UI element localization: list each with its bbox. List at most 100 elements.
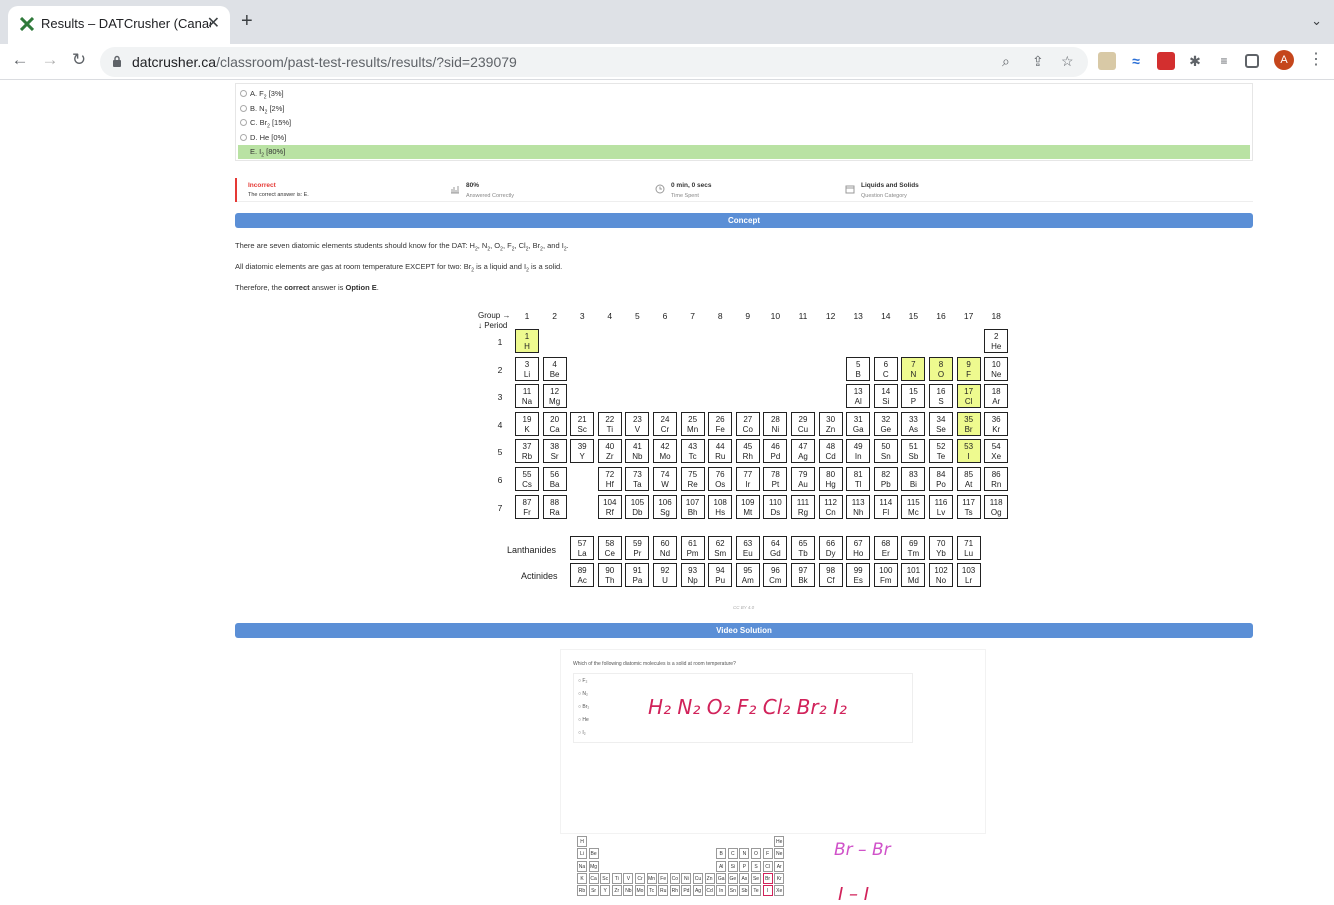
atomic-number: 83 bbox=[908, 470, 918, 479]
atomic-number: 23 bbox=[632, 414, 642, 424]
element-cell-zr: 40 Zr bbox=[597, 439, 622, 464]
element-cell-os: 76 Os bbox=[708, 467, 733, 491]
element-cell-lr: 103 Lr bbox=[956, 563, 981, 587]
element-cell-pb: 82 Pb bbox=[873, 467, 898, 491]
answer-option-d[interactable]: D. He [0%] bbox=[238, 131, 286, 144]
atomic-number: 26 bbox=[715, 414, 725, 424]
address-bar[interactable]: datcrusher.ca/classroom/past-test-result… bbox=[100, 47, 1088, 77]
mini-element-cell: Sr bbox=[588, 885, 599, 897]
element-cell-ne: 10 Ne bbox=[984, 356, 1009, 381]
element-cell-ra: 88 Ra bbox=[542, 494, 567, 519]
atomic-number: 111 bbox=[796, 497, 810, 507]
share-icon[interactable]: ⇪ bbox=[1032, 53, 1044, 70]
browser-tab[interactable]: Results – DATCrusher (Canadian ✕ bbox=[8, 6, 230, 44]
time-spent-stat: 0 min, 0 secs Time Spent bbox=[655, 182, 711, 199]
element-cell-br: 35 Br bbox=[956, 411, 981, 436]
clock-icon bbox=[655, 184, 665, 194]
element-cell-sm: 62 Sm bbox=[708, 536, 733, 560]
group-axis-label: Group → bbox=[478, 311, 511, 320]
bookmark-star-icon[interactable]: ☆ bbox=[1061, 53, 1074, 70]
element-symbol: U bbox=[662, 576, 668, 585]
atomic-number: 19 bbox=[522, 414, 532, 424]
datcrusher-favicon-icon bbox=[20, 17, 34, 31]
group-number: 9 bbox=[745, 311, 751, 321]
new-tab-icon[interactable]: + bbox=[241, 11, 253, 31]
extension-wave-icon[interactable]: ≈ bbox=[1127, 52, 1145, 70]
browser-menu-icon[interactable]: ⋮ bbox=[1308, 49, 1324, 69]
mini-element-cell: Fe bbox=[658, 872, 669, 884]
element-symbol: Pr bbox=[633, 549, 642, 558]
element-cell-pt: 78 Pt bbox=[763, 467, 788, 491]
atomic-number: 112 bbox=[824, 497, 837, 507]
mini-element-cell: K bbox=[577, 872, 587, 884]
concept-paragraph-1: There are seven diatomic elements studen… bbox=[235, 241, 569, 253]
side-panel-icon[interactable] bbox=[1245, 54, 1259, 68]
extension-pdf-icon[interactable] bbox=[1157, 52, 1175, 70]
formula-text: , F bbox=[502, 241, 512, 250]
handwritten-br-br: Br – Br bbox=[834, 840, 891, 860]
element-symbol: Mg bbox=[549, 397, 561, 407]
radio-button[interactable] bbox=[240, 105, 247, 112]
element-cell-co: 27 Co bbox=[735, 411, 760, 436]
atomic-number: 95 bbox=[743, 566, 753, 575]
element-cell-bh: 107 Bh bbox=[680, 494, 705, 519]
element-symbol: Ca bbox=[549, 424, 560, 434]
atomic-number: 41 bbox=[632, 442, 642, 452]
radio-button[interactable] bbox=[240, 119, 247, 126]
element-cell-ar: 18 Ar bbox=[984, 384, 1009, 409]
element-cell-re: 75 Re bbox=[680, 467, 705, 491]
element-cell-rg: 111 Rg bbox=[791, 494, 815, 519]
mini-element-cell: V bbox=[623, 872, 634, 884]
forward-arrow-icon[interactable]: → bbox=[38, 50, 62, 70]
back-arrow-icon[interactable]: ← bbox=[8, 50, 32, 70]
question-category-stat: Liquids and Solids Question Category bbox=[845, 182, 919, 199]
element-cell-b: 5B bbox=[846, 356, 871, 381]
element-symbol: Ir bbox=[745, 480, 751, 489]
mini-element-cell: Ne bbox=[774, 848, 785, 860]
atomic-number: 97 bbox=[798, 566, 808, 575]
atomic-number: 49 bbox=[853, 442, 863, 452]
mini-element-cell: Br bbox=[762, 872, 773, 884]
atomic-number: 50 bbox=[881, 442, 891, 452]
zoom-icon[interactable]: ⌕ bbox=[1002, 53, 1010, 70]
mini-element-cell: Al bbox=[716, 860, 727, 872]
answer-option-e-correct[interactable]: E. I2 [80%] bbox=[238, 145, 1250, 159]
element-cell-cr: 24 Cr bbox=[653, 411, 677, 436]
element-cell-ti: 22 Ti bbox=[597, 411, 622, 436]
profile-avatar[interactable]: A bbox=[1274, 50, 1294, 70]
element-symbol: Mc bbox=[908, 507, 919, 517]
video-player[interactable]: Which of the following diatomic molecule… bbox=[560, 649, 986, 905]
element-cell-cm: 96 Cm bbox=[763, 563, 788, 587]
element-symbol: V bbox=[634, 424, 641, 434]
element-cell-xe: 54 Xe bbox=[984, 439, 1009, 464]
tab-close-icon[interactable]: ✕ bbox=[207, 13, 220, 33]
element-cell-tl: 81 Tl bbox=[846, 467, 871, 491]
group-number: 17 bbox=[963, 311, 974, 321]
element-symbol: Co bbox=[742, 424, 753, 434]
answer-option-c[interactable]: C. Br2 [15%] bbox=[238, 116, 291, 130]
atomic-number: 24 bbox=[660, 414, 670, 424]
period-number: 1 bbox=[497, 337, 503, 347]
answer-option-b[interactable]: B. N2 [2%] bbox=[238, 102, 284, 116]
radio-button[interactable] bbox=[240, 134, 247, 141]
element-cell-pm: 61 Pm bbox=[680, 536, 705, 560]
element-cell-na: 11 Na bbox=[515, 384, 539, 409]
atomic-number: 2 bbox=[993, 332, 999, 341]
reading-list-icon[interactable]: ≡ bbox=[1215, 52, 1233, 70]
extension-notes-icon[interactable] bbox=[1098, 52, 1116, 70]
answer-option-a[interactable]: A. F2 [3%] bbox=[238, 87, 284, 101]
atomic-number: 6 bbox=[883, 359, 889, 369]
element-cell-cl: 17 Cl bbox=[956, 384, 981, 409]
radio-button[interactable] bbox=[240, 90, 247, 97]
element-cell-hg: 80 Hg bbox=[818, 467, 843, 491]
atomic-number: 113 bbox=[851, 497, 865, 507]
tab-search-chevron-icon[interactable]: ⌄ bbox=[1311, 13, 1322, 29]
element-symbol: Tb bbox=[798, 549, 808, 558]
lanthanides-label: Lanthanides bbox=[507, 545, 557, 555]
atomic-number: 5 bbox=[855, 359, 861, 369]
mini-element-cell: Se bbox=[751, 872, 761, 884]
element-symbol: Li bbox=[523, 369, 531, 379]
element-cell-ta: 73 Ta bbox=[625, 467, 650, 491]
reload-icon[interactable]: ↻ bbox=[67, 50, 91, 70]
extensions-puzzle-icon[interactable]: ✱ bbox=[1186, 52, 1204, 70]
